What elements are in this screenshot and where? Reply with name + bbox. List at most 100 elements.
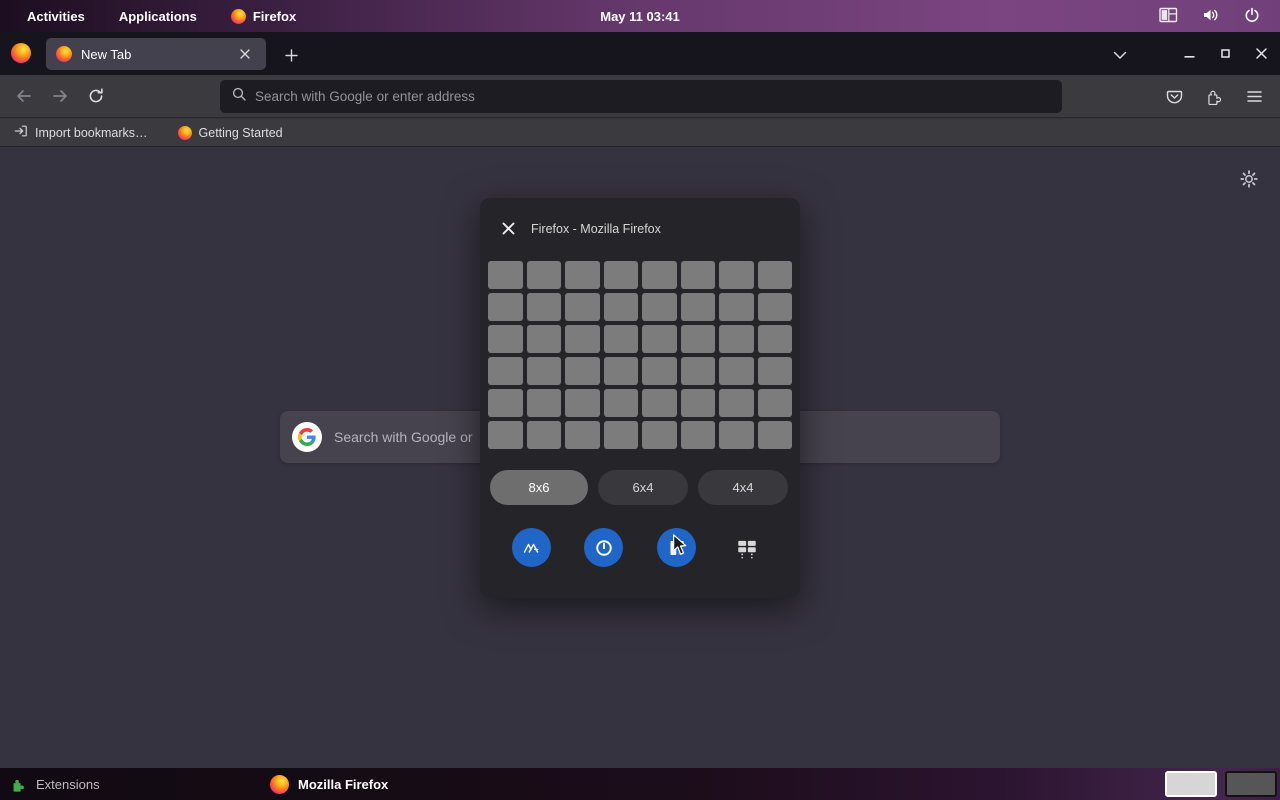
tiling-indicator-icon[interactable] <box>1159 7 1178 26</box>
grid-cell[interactable] <box>565 421 600 449</box>
grid-cell[interactable] <box>719 325 754 353</box>
grid-cell[interactable] <box>565 293 600 321</box>
extensions-puzzle-icon[interactable] <box>1198 81 1230 113</box>
grid-cell[interactable] <box>488 357 523 385</box>
taskbar-window-firefox[interactable]: Mozilla Firefox <box>270 774 388 794</box>
grid-cell[interactable] <box>719 293 754 321</box>
grid-cell[interactable] <box>526 421 561 449</box>
desktop-screen: Activities Applications Firefox May 11 0… <box>0 0 1280 800</box>
grid-cell[interactable] <box>603 325 638 353</box>
grid-cell[interactable] <box>680 261 715 289</box>
grid-cell[interactable] <box>642 421 677 449</box>
grid-cell[interactable] <box>757 389 792 417</box>
personalize-gear-icon[interactable] <box>1239 169 1259 189</box>
grid-cell[interactable] <box>565 261 600 289</box>
grid-cell[interactable] <box>642 325 677 353</box>
tab-new-tab[interactable]: New Tab <box>46 38 266 70</box>
grid-cell[interactable] <box>719 357 754 385</box>
grid-cell[interactable] <box>603 357 638 385</box>
grid-cell[interactable] <box>757 261 792 289</box>
grid-cell[interactable] <box>757 421 792 449</box>
applications-menu[interactable]: Applications <box>106 5 210 28</box>
grid-cell[interactable] <box>642 389 677 417</box>
grid-cell[interactable] <box>488 261 523 289</box>
forward-button[interactable] <box>44 80 76 112</box>
grid-size-button-8x6[interactable]: 8x6 <box>490 470 588 505</box>
grid-cell[interactable] <box>719 261 754 289</box>
grid-cell[interactable] <box>488 389 523 417</box>
tiles-settings-button[interactable] <box>730 531 764 565</box>
power-toggle-button[interactable] <box>584 528 623 567</box>
grid-cell[interactable] <box>526 325 561 353</box>
url-bar[interactable] <box>220 80 1062 113</box>
workspace-indicators <box>1165 771 1277 797</box>
grid-cell[interactable] <box>603 293 638 321</box>
top-bar-left: Activities Applications Firefox <box>0 5 309 28</box>
grid-cell[interactable] <box>488 421 523 449</box>
bookmark-import-label: Import bookmarks… <box>35 125 148 140</box>
grid-cell[interactable] <box>642 357 677 385</box>
bookmark-import[interactable]: Import bookmarks… <box>6 121 156 144</box>
grid-cell[interactable] <box>642 293 677 321</box>
activities-label: Activities <box>27 8 85 24</box>
maximize-button[interactable] <box>1212 40 1238 66</box>
tiling-dialog-header: Firefox - Mozilla Firefox <box>480 198 800 259</box>
import-icon <box>14 124 28 141</box>
grid-cell[interactable] <box>680 325 715 353</box>
grid-cell[interactable] <box>526 293 561 321</box>
grid-cell[interactable] <box>680 389 715 417</box>
mountains-logo-button[interactable] <box>512 528 551 567</box>
tab-favicon-firefox-icon <box>56 46 72 62</box>
taskbar-extensions[interactable]: Extensions <box>10 776 100 793</box>
green-puzzle-icon <box>13 779 24 792</box>
search-icon <box>232 87 246 106</box>
grid-size-button-4x4[interactable]: 4x4 <box>698 470 788 505</box>
grid-cell[interactable] <box>603 421 638 449</box>
nav-bar-right-icons <box>1158 75 1270 118</box>
grid-cell[interactable] <box>680 357 715 385</box>
firefox-nav-bar <box>0 75 1280 118</box>
grid-cell[interactable] <box>526 389 561 417</box>
dialog-close-icon[interactable] <box>498 219 518 239</box>
power-icon[interactable] <box>1244 7 1260 26</box>
minimize-button[interactable] <box>1176 40 1202 66</box>
grid-cell[interactable] <box>757 325 792 353</box>
grid-cell[interactable] <box>719 421 754 449</box>
grid-cell[interactable] <box>680 421 715 449</box>
app-menu-firefox[interactable]: Firefox <box>218 5 309 28</box>
grid-cell[interactable] <box>642 261 677 289</box>
grid-cell[interactable] <box>757 293 792 321</box>
volume-icon[interactable] <box>1202 7 1220 26</box>
firefox-window-icon <box>11 43 31 63</box>
grid-cell[interactable] <box>757 357 792 385</box>
tab-close-icon[interactable] <box>234 43 256 65</box>
workspace-inactive[interactable] <box>1225 771 1277 797</box>
back-button[interactable] <box>8 80 40 112</box>
tab-title: New Tab <box>81 46 132 62</box>
app-menu-label: Firefox <box>252 8 297 24</box>
grid-cell[interactable] <box>526 357 561 385</box>
reload-button[interactable] <box>80 80 112 112</box>
activities-button[interactable]: Activities <box>14 5 98 28</box>
grid-cell[interactable] <box>526 261 561 289</box>
grid-cell[interactable] <box>603 389 638 417</box>
grid-cell[interactable] <box>565 357 600 385</box>
grid-size-button-6x4[interactable]: 6x4 <box>598 470 688 505</box>
menu-hamburger-icon[interactable] <box>1238 81 1270 113</box>
close-window-button[interactable] <box>1248 40 1274 66</box>
mouse-cursor <box>672 534 688 561</box>
grid-cell[interactable] <box>488 293 523 321</box>
bookmark-getting-started[interactable]: Getting Started <box>170 123 291 143</box>
tiling-dialog: Firefox - Mozilla Firefox 8x6 6x4 4x4 <box>480 198 800 598</box>
url-input[interactable] <box>255 89 1050 104</box>
list-all-tabs-button[interactable] <box>1106 42 1134 68</box>
grid-cell[interactable] <box>565 325 600 353</box>
grid-cell[interactable] <box>603 261 638 289</box>
workspace-active[interactable] <box>1165 771 1217 797</box>
pocket-icon[interactable] <box>1158 81 1190 113</box>
grid-cell[interactable] <box>488 325 523 353</box>
grid-cell[interactable] <box>680 293 715 321</box>
new-tab-button[interactable] <box>278 42 304 68</box>
grid-cell[interactable] <box>719 389 754 417</box>
grid-cell[interactable] <box>565 389 600 417</box>
